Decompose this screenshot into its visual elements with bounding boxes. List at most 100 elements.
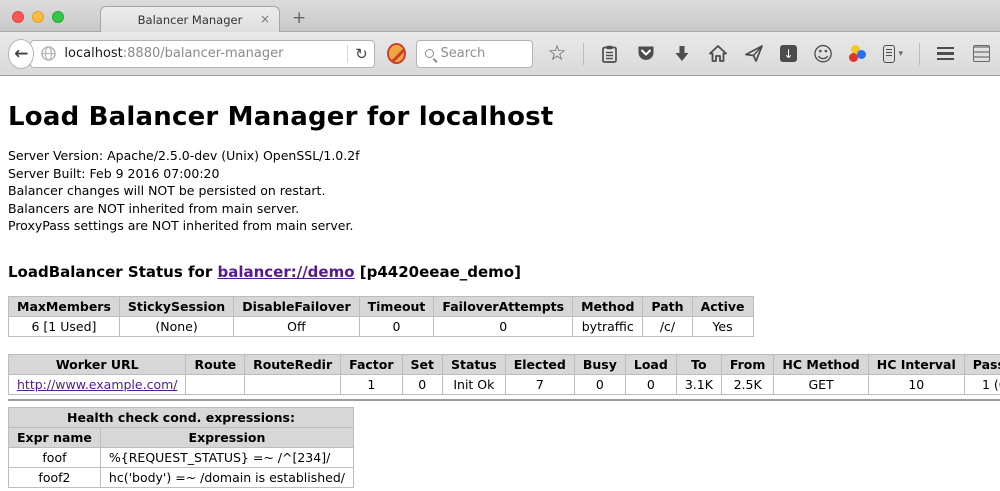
col-routeredir: RouteRedir — [245, 354, 341, 374]
maxmembers-value: 6 [1 Used] — [9, 316, 120, 336]
colored-dots-icon[interactable] — [849, 45, 867, 63]
busy-value: 0 — [574, 374, 625, 394]
hc-interval-value: 10 — [868, 374, 964, 394]
close-window-button[interactable] — [12, 11, 24, 23]
toolbar-divider — [583, 43, 584, 65]
extension-download-icon[interactable]: ↓ — [780, 45, 797, 62]
failoverattempts-value: 0 — [434, 316, 573, 336]
expression-value: hc('body') =~ /domain is established/ — [100, 467, 353, 487]
balancer-summary-table: MaxMembers StickySession DisableFailover… — [8, 296, 754, 337]
factor-value: 1 — [341, 374, 402, 394]
content-blocked-icon[interactable] — [387, 43, 406, 64]
grid-extension-icon[interactable] — [972, 44, 992, 64]
browser-chrome: Balancer Manager × + ← localhost:8880/ba… — [0, 0, 1000, 76]
set-value: 0 — [402, 374, 442, 394]
globe-icon — [41, 46, 56, 61]
col-factor: Factor — [341, 354, 402, 374]
timeout-value: 0 — [359, 316, 434, 336]
zoom-window-button[interactable] — [52, 11, 64, 23]
urlbar-divider — [347, 45, 348, 63]
status-value: Init Ok — [443, 374, 506, 394]
to-value: 3.1K — [676, 374, 721, 394]
path-value: /c/ — [643, 316, 692, 336]
status-suffix: [p4420eeae_demo] — [355, 263, 521, 281]
balancer-data-row: 6 [1 Used] (None) Off 0 0 bytraffic /c/ … — [9, 316, 754, 336]
col-active: Active — [692, 296, 753, 316]
home-icon[interactable] — [708, 44, 728, 64]
reload-icon[interactable]: ↻ — [355, 45, 368, 63]
chevron-down-icon[interactable]: ▾ — [898, 49, 903, 59]
col-timeout: Timeout — [359, 296, 434, 316]
server-version-line: Server Version: Apache/2.5.0-dev (Unix) … — [8, 147, 1000, 165]
server-built-line: Server Built: Feb 9 2016 07:00:20 — [8, 165, 1000, 183]
server-info: Server Version: Apache/2.5.0-dev (Unix) … — [8, 147, 1000, 235]
routeredir-value — [245, 374, 341, 394]
method-value: bytraffic — [573, 316, 643, 336]
pocket-icon[interactable] — [636, 44, 656, 64]
col-failoverattempts: FailoverAttempts — [434, 296, 573, 316]
send-plane-icon[interactable] — [744, 44, 764, 64]
loadbalancer-status-heading: LoadBalancer Status for balancer://demo … — [8, 263, 1000, 281]
health-row-foof: foof %{REQUEST_STATUS} =~ /^[234]/ — [9, 447, 354, 467]
route-value — [186, 374, 245, 394]
worker-url-link[interactable]: http://www.example.com/ — [17, 377, 177, 392]
url-bar[interactable]: localhost:8880/balancer-manager ↻ — [30, 40, 374, 68]
col-status: Status — [443, 354, 506, 374]
clipboard-icon[interactable] — [600, 44, 620, 64]
active-value: Yes — [692, 316, 753, 336]
persist-note-line: Balancer changes will NOT be persisted o… — [8, 182, 1000, 200]
balancer-demo-link[interactable]: balancer://demo — [217, 263, 354, 281]
col-disablefailover: DisableFailover — [234, 296, 359, 316]
divider-rule-1 — [8, 399, 1000, 401]
col-path: Path — [643, 296, 692, 316]
window-controls — [12, 11, 64, 23]
passes-value: 1 (0) — [964, 374, 1000, 394]
url-domain: localhost — [64, 46, 122, 61]
tab-balancer-manager[interactable]: Balancer Manager × — [100, 6, 280, 32]
worker-table: Worker URL Route RouteRedir Factor Set S… — [8, 354, 1000, 395]
col-expr-name: Expr name — [9, 427, 101, 447]
disablefailover-value: Off — [234, 316, 359, 336]
tab-bar: Balancer Manager × + — [0, 0, 1000, 32]
from-value: 2.5K — [721, 374, 774, 394]
worker-data-row: http://www.example.com/ 1 0 Init Ok 7 0 … — [9, 374, 1000, 394]
tab-title: Balancer Manager — [138, 13, 243, 27]
tab-close-icon[interactable]: × — [260, 12, 270, 26]
url-path: :8880/balancer-manager — [123, 46, 284, 61]
container-icon[interactable]: ▾ — [883, 44, 903, 64]
col-passes: Passes — [964, 354, 1000, 374]
health-check-table: Health check cond. expressions: Expr nam… — [8, 407, 354, 488]
worker-header-row: Worker URL Route RouteRedir Factor Set S… — [9, 354, 1000, 374]
health-header-row: Expr name Expression — [9, 427, 354, 447]
col-load: Load — [625, 354, 676, 374]
toolbar-icons: ☆ ↓ ☺ ▾ — [547, 43, 992, 65]
back-button[interactable]: ← — [8, 39, 34, 69]
health-table-caption: Health check cond. expressions: — [9, 407, 354, 427]
menu-hamburger-icon[interactable] — [936, 44, 956, 64]
minimize-window-button[interactable] — [32, 11, 44, 23]
emoji-smiley-icon[interactable]: ☺ — [813, 44, 833, 64]
col-busy: Busy — [574, 354, 625, 374]
expr-name-value: foof — [9, 447, 101, 467]
worker-url-cell: http://www.example.com/ — [9, 374, 186, 394]
toolbar-divider-2 — [919, 43, 920, 65]
bookmark-star-icon[interactable]: ☆ — [547, 44, 567, 64]
col-set: Set — [402, 354, 442, 374]
status-prefix: LoadBalancer Status for — [8, 263, 217, 281]
stickysession-value: (None) — [119, 316, 233, 336]
health-row-foof2: foof2 hc('body') =~ /domain is establish… — [9, 467, 354, 487]
col-route: Route — [186, 354, 245, 374]
navigation-toolbar: ← localhost:8880/balancer-manager ↻ Sear… — [0, 32, 1000, 76]
health-caption-row: Health check cond. expressions: — [9, 407, 354, 427]
col-stickysession: StickySession — [119, 296, 233, 316]
search-placeholder: Search — [441, 46, 486, 61]
url-text[interactable]: localhost:8880/balancer-manager — [64, 46, 340, 61]
col-hc-interval: HC Interval — [868, 354, 964, 374]
page-title: Load Balancer Manager for localhost — [8, 76, 1000, 132]
new-tab-button[interactable]: + — [292, 8, 306, 28]
col-method: Method — [573, 296, 643, 316]
search-bar[interactable]: Search — [416, 40, 533, 68]
col-elected: Elected — [505, 354, 574, 374]
search-icon — [425, 49, 434, 58]
downloads-icon[interactable] — [672, 44, 692, 64]
